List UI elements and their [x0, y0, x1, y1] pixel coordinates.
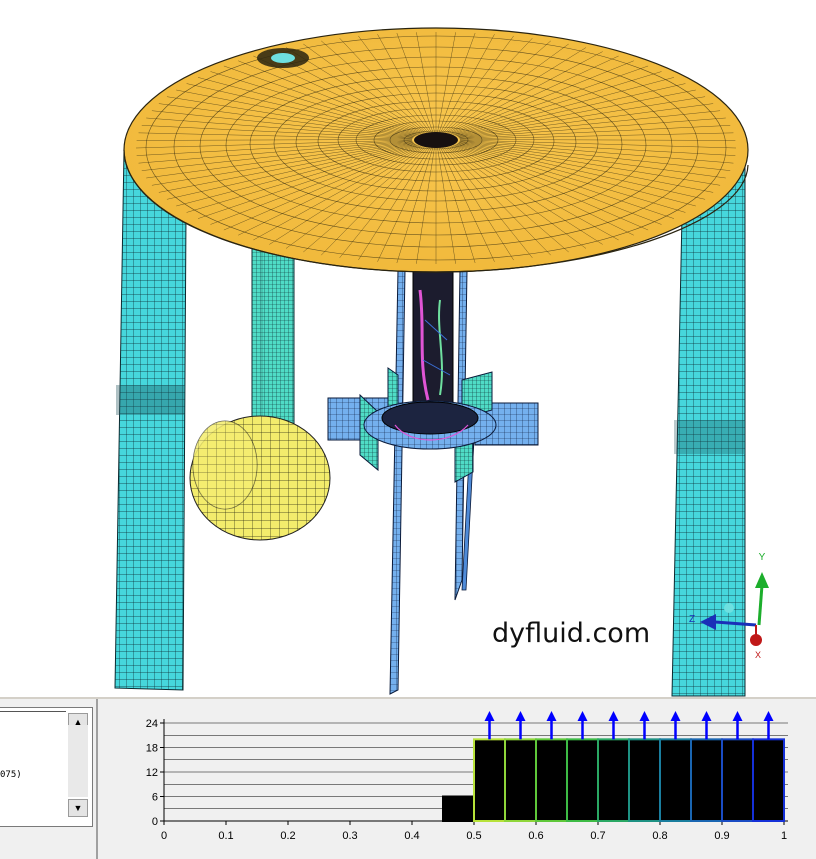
tank-lid: [123, 27, 749, 273]
mesh-graphics: Y Z X: [114, 27, 769, 697]
bottom-panel: 075) ▲ ▼ 0 6 12 18 24 0 0.1 0.2 0.3 0.4 0.5 0.6 0.7 0…: [0, 697, 816, 859]
axis-z-label: Z: [689, 614, 695, 625]
histogram-bar: [566, 738, 599, 822]
overflow-arrow-icon: [608, 711, 619, 721]
histogram-chart: 0 6 12 18 24 0 0.1 0.2 0.3 0.4 0.5 0.6 0.7 0.8 0.9 1: [100, 699, 816, 859]
histogram-bar: [721, 738, 754, 822]
y-tick-label: 12: [146, 767, 158, 779]
y-tick-label: 6: [152, 792, 158, 804]
scroll-track[interactable]: [68, 725, 88, 797]
x-tick-label: 1: [781, 830, 787, 842]
histogram-bar: [597, 738, 630, 822]
histogram-bar: [659, 738, 692, 822]
x-tick-label: 0.1: [218, 830, 233, 842]
x-tick-label: 0.7: [590, 830, 605, 842]
x-tick-label: 0.8: [652, 830, 667, 842]
x-tick-label: 0: [161, 830, 167, 842]
y-tick-label: 18: [146, 743, 158, 755]
x-tick-label: 0.3: [342, 830, 357, 842]
pane-splitter[interactable]: [96, 699, 98, 859]
overflow-arrow-icon: [732, 711, 743, 721]
histogram-bar: [628, 738, 661, 822]
histogram-bar: [442, 795, 475, 822]
x-tick-label: 0.2: [280, 830, 295, 842]
right-baffle-leg: [671, 163, 746, 697]
overflow-arrow-icon: [639, 711, 650, 721]
left-baffle-leg: [114, 148, 187, 691]
text-pane-divider: [0, 708, 66, 712]
scroll-down-button[interactable]: ▼: [68, 799, 88, 817]
arrow-down-icon: ▼: [73, 803, 83, 813]
x-tick-label: 0.9: [714, 830, 729, 842]
histogram-bar: [690, 738, 723, 822]
histogram-bar: [752, 738, 785, 822]
histogram-bar: [473, 738, 506, 822]
histogram-bar: [504, 738, 537, 822]
overflow-arrow-icon: [515, 711, 526, 721]
overflow-arrow-icon: [577, 711, 588, 721]
y-tick-label: 0: [152, 816, 158, 828]
axis-y-label: Y: [759, 552, 766, 563]
x-tick-label: 0.5: [466, 830, 481, 842]
histogram-svg: 0 6 12 18 24 0 0.1 0.2 0.3 0.4 0.5 0.6 0.7 0.8 0.9 1: [146, 711, 788, 842]
x-tick-label: 0.6: [528, 830, 543, 842]
histogram-bar: [535, 738, 568, 822]
overflow-arrow-icon: [763, 711, 774, 721]
overflow-arrow-icon: [484, 711, 495, 721]
overflow-arrow-icon: [701, 711, 712, 721]
axis-x-label: X: [755, 650, 761, 660]
x-tick-label: 0.4: [404, 830, 419, 842]
watermark: dyfluid.com: [492, 618, 651, 649]
probe-cylinder: [189, 415, 331, 541]
overflow-arrow-icon: [546, 711, 557, 721]
overflow-arrow-icon: [670, 711, 681, 721]
mesh-viewport[interactable]: Y Z X dyfluid.com: [0, 0, 816, 697]
console-text: 075): [0, 770, 22, 780]
y-tick-label: 24: [146, 718, 158, 730]
probe-tube: [251, 244, 295, 446]
